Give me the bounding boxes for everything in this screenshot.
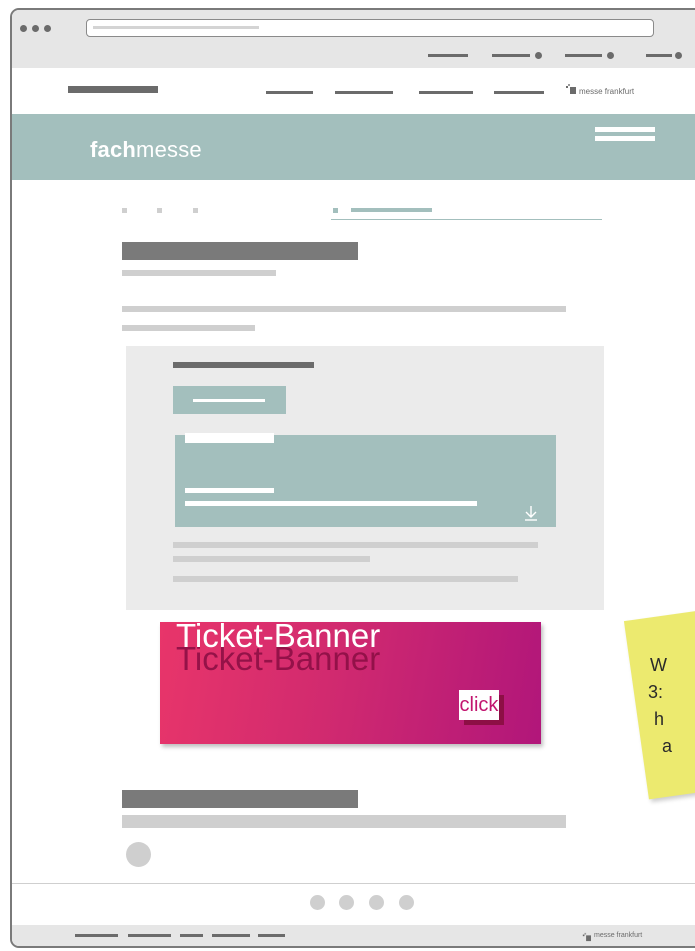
brand-logo-bold: fach (90, 137, 137, 162)
window-dot[interactable] (32, 25, 39, 32)
browser-chrome (12, 10, 695, 68)
address-bar[interactable] (86, 19, 654, 37)
avatar[interactable] (126, 842, 151, 867)
sticky-line: W (650, 655, 667, 675)
breadcrumb-item[interactable] (122, 208, 127, 213)
footer-link[interactable] (180, 934, 203, 937)
ticket-banner-title: Ticket-Banner (176, 617, 381, 654)
nav-item[interactable] (266, 91, 313, 94)
brand-logo[interactable]: fachmesse (90, 137, 202, 163)
nav-item[interactable] (494, 91, 544, 94)
download-card[interactable] (175, 433, 556, 527)
text-line (173, 576, 518, 582)
nav-item[interactable] (419, 91, 473, 94)
address-placeholder (93, 26, 259, 29)
partner-logo-text: messe frankfurt (579, 87, 635, 96)
sticky-line: 3: (648, 682, 664, 702)
brand-logo-light: messe (136, 137, 202, 162)
utility-link-icon (675, 52, 682, 59)
download-card-title (185, 435, 274, 443)
utility-link[interactable] (492, 54, 530, 57)
hamburger-menu-icon[interactable] (595, 127, 655, 143)
page-title-placeholder (122, 242, 358, 260)
text-line (122, 325, 255, 331)
utility-link-icon (535, 52, 542, 59)
text-line (173, 542, 538, 548)
footer-link[interactable] (128, 934, 171, 937)
tab-active[interactable] (351, 208, 432, 212)
text-line (122, 306, 566, 312)
footer-link[interactable] (212, 934, 250, 937)
pagination-dot[interactable] (339, 895, 354, 910)
sticky-line: a (662, 736, 673, 756)
breadcrumb-item[interactable] (157, 208, 162, 213)
text-line (173, 556, 370, 562)
nav-item[interactable] (335, 91, 393, 94)
tab-active-marker (333, 208, 338, 213)
pagination-dot[interactable] (310, 895, 325, 910)
utility-link[interactable] (428, 54, 468, 57)
section-title-placeholder (122, 790, 358, 808)
footer-link[interactable] (75, 934, 118, 937)
download-card-subtitle (185, 488, 274, 493)
box-button[interactable] (173, 386, 286, 414)
utility-link[interactable] (565, 54, 602, 57)
subtitle-placeholder (122, 270, 276, 276)
footer-partner-logo-text: messe frankfurt (594, 932, 643, 939)
utility-link[interactable] (646, 54, 672, 57)
pagination-dot[interactable] (399, 895, 414, 910)
download-icon[interactable] (524, 505, 538, 526)
nav-logo-placeholder[interactable] (68, 86, 158, 93)
messe-frankfurt-logo-icon (565, 82, 576, 100)
window-dot[interactable] (20, 25, 27, 32)
footer-link[interactable] (258, 934, 285, 937)
sticky-note-text: W 3: h a (648, 652, 695, 760)
text-line (122, 815, 566, 828)
browser-window: messe frankfurt fachmesse messe frankfur… (10, 8, 695, 948)
breadcrumb-item[interactable] (193, 208, 198, 213)
window-dot[interactable] (44, 25, 51, 32)
box-heading-placeholder (173, 362, 314, 368)
download-card-text (185, 501, 477, 506)
ticket-click-button[interactable]: click (459, 690, 499, 720)
pagination-dot[interactable] (369, 895, 384, 910)
utility-link-icon (607, 52, 614, 59)
tab-underline (331, 219, 602, 220)
messe-frankfurt-logo-icon (582, 929, 591, 946)
divider (12, 883, 695, 884)
sticky-line: h (654, 709, 665, 729)
